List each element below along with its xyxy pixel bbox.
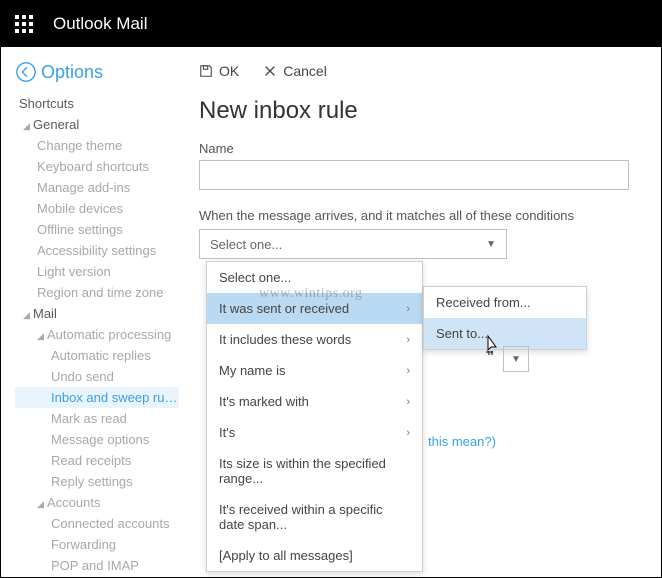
options-back[interactable]: Options [15,61,179,83]
close-icon [263,64,277,78]
chevron-right-icon: › [406,334,410,346]
sidebar-item[interactable]: Read receipts [15,450,179,471]
submenu-item[interactable]: Received from... [424,287,586,318]
sidebar-auto-proc[interactable]: ◢Automatic processing [15,324,179,345]
sidebar-item-inbox-rules[interactable]: Inbox and sweep rules [15,387,179,408]
dropdown-item[interactable]: It was sent or received› [207,293,422,324]
app-launcher-icon[interactable] [1,1,47,47]
secondary-dropdown-chevron[interactable]: ▼ [503,346,529,372]
chevron-right-icon: › [406,396,410,408]
chevron-down-icon: ▼ [486,239,496,250]
sidebar-item[interactable]: POP and IMAP [15,555,179,576]
page-title: New inbox rule [199,97,641,125]
sidebar-item[interactable]: Light version [15,261,179,282]
cancel-button[interactable]: Cancel [263,63,327,79]
dropdown-item[interactable]: [Apply to all messages] [207,540,422,571]
dropdown-item[interactable]: My name is› [207,355,422,386]
name-label: Name [199,141,641,156]
condition-dropdown: Select one...It was sent or received›It … [206,261,423,572]
chevron-right-icon: › [406,427,410,439]
sidebar-item[interactable]: Message options [15,429,179,450]
help-link[interactable]: this mean?) [428,434,496,449]
sidebar-accounts[interactable]: ◢Accounts [15,492,179,513]
dropdown-item[interactable]: It's received within a specific date spa… [207,494,422,540]
save-icon [199,64,213,78]
sidebar-item[interactable]: Reply settings [15,471,179,492]
sidebar-item[interactable]: Forwarding [15,534,179,555]
chevron-right-icon: › [406,303,410,315]
waffle-icon [15,15,33,33]
sidebar-shortcuts[interactable]: Shortcuts [15,93,179,114]
sidebar-item[interactable]: Keyboard shortcuts [15,156,179,177]
condition-submenu: Received from...Sent to... [423,286,587,350]
sidebar-item[interactable]: Change theme [15,135,179,156]
options-sidebar: Options Shortcuts ◢General Change theme … [1,47,179,577]
sidebar-item[interactable]: Manage add-ins [15,177,179,198]
sidebar-item[interactable]: Mark as read [15,408,179,429]
options-label: Options [41,62,103,83]
back-arrow-icon [15,61,37,83]
sidebar-item[interactable]: Undo send [15,366,179,387]
sidebar-item[interactable]: Region and time zone [15,282,179,303]
toolbar: OK Cancel [199,63,641,79]
app-title: Outlook Mail [53,14,147,34]
sidebar-general[interactable]: ◢General [15,114,179,135]
dropdown-item[interactable]: It's› [207,417,422,448]
sidebar-attach[interactable]: ◢Attachment options [15,576,179,577]
submenu-item[interactable]: Sent to... [424,318,586,349]
dropdown-item[interactable]: It's marked with› [207,386,422,417]
chevron-right-icon: › [406,365,410,377]
dropdown-item[interactable]: It includes these words› [207,324,422,355]
rule-name-input[interactable] [199,160,629,190]
dropdown-item[interactable]: Select one... [207,262,422,293]
ok-button[interactable]: OK [199,63,239,79]
dropdown-item[interactable]: Its size is within the specified range..… [207,448,422,494]
sidebar-item[interactable]: Automatic replies [15,345,179,366]
sidebar-item[interactable]: Offline settings [15,219,179,240]
app-header: Outlook Mail [1,1,661,47]
sidebar-item[interactable]: Accessibility settings [15,240,179,261]
select-value: Select one... [210,237,282,252]
sidebar-item[interactable]: Mobile devices [15,198,179,219]
sidebar-item[interactable]: Connected accounts [15,513,179,534]
condition-label: When the message arrives, and it matches… [199,208,641,223]
sidebar-mail[interactable]: ◢Mail [15,303,179,324]
condition-select[interactable]: Select one... ▼ [199,229,507,259]
